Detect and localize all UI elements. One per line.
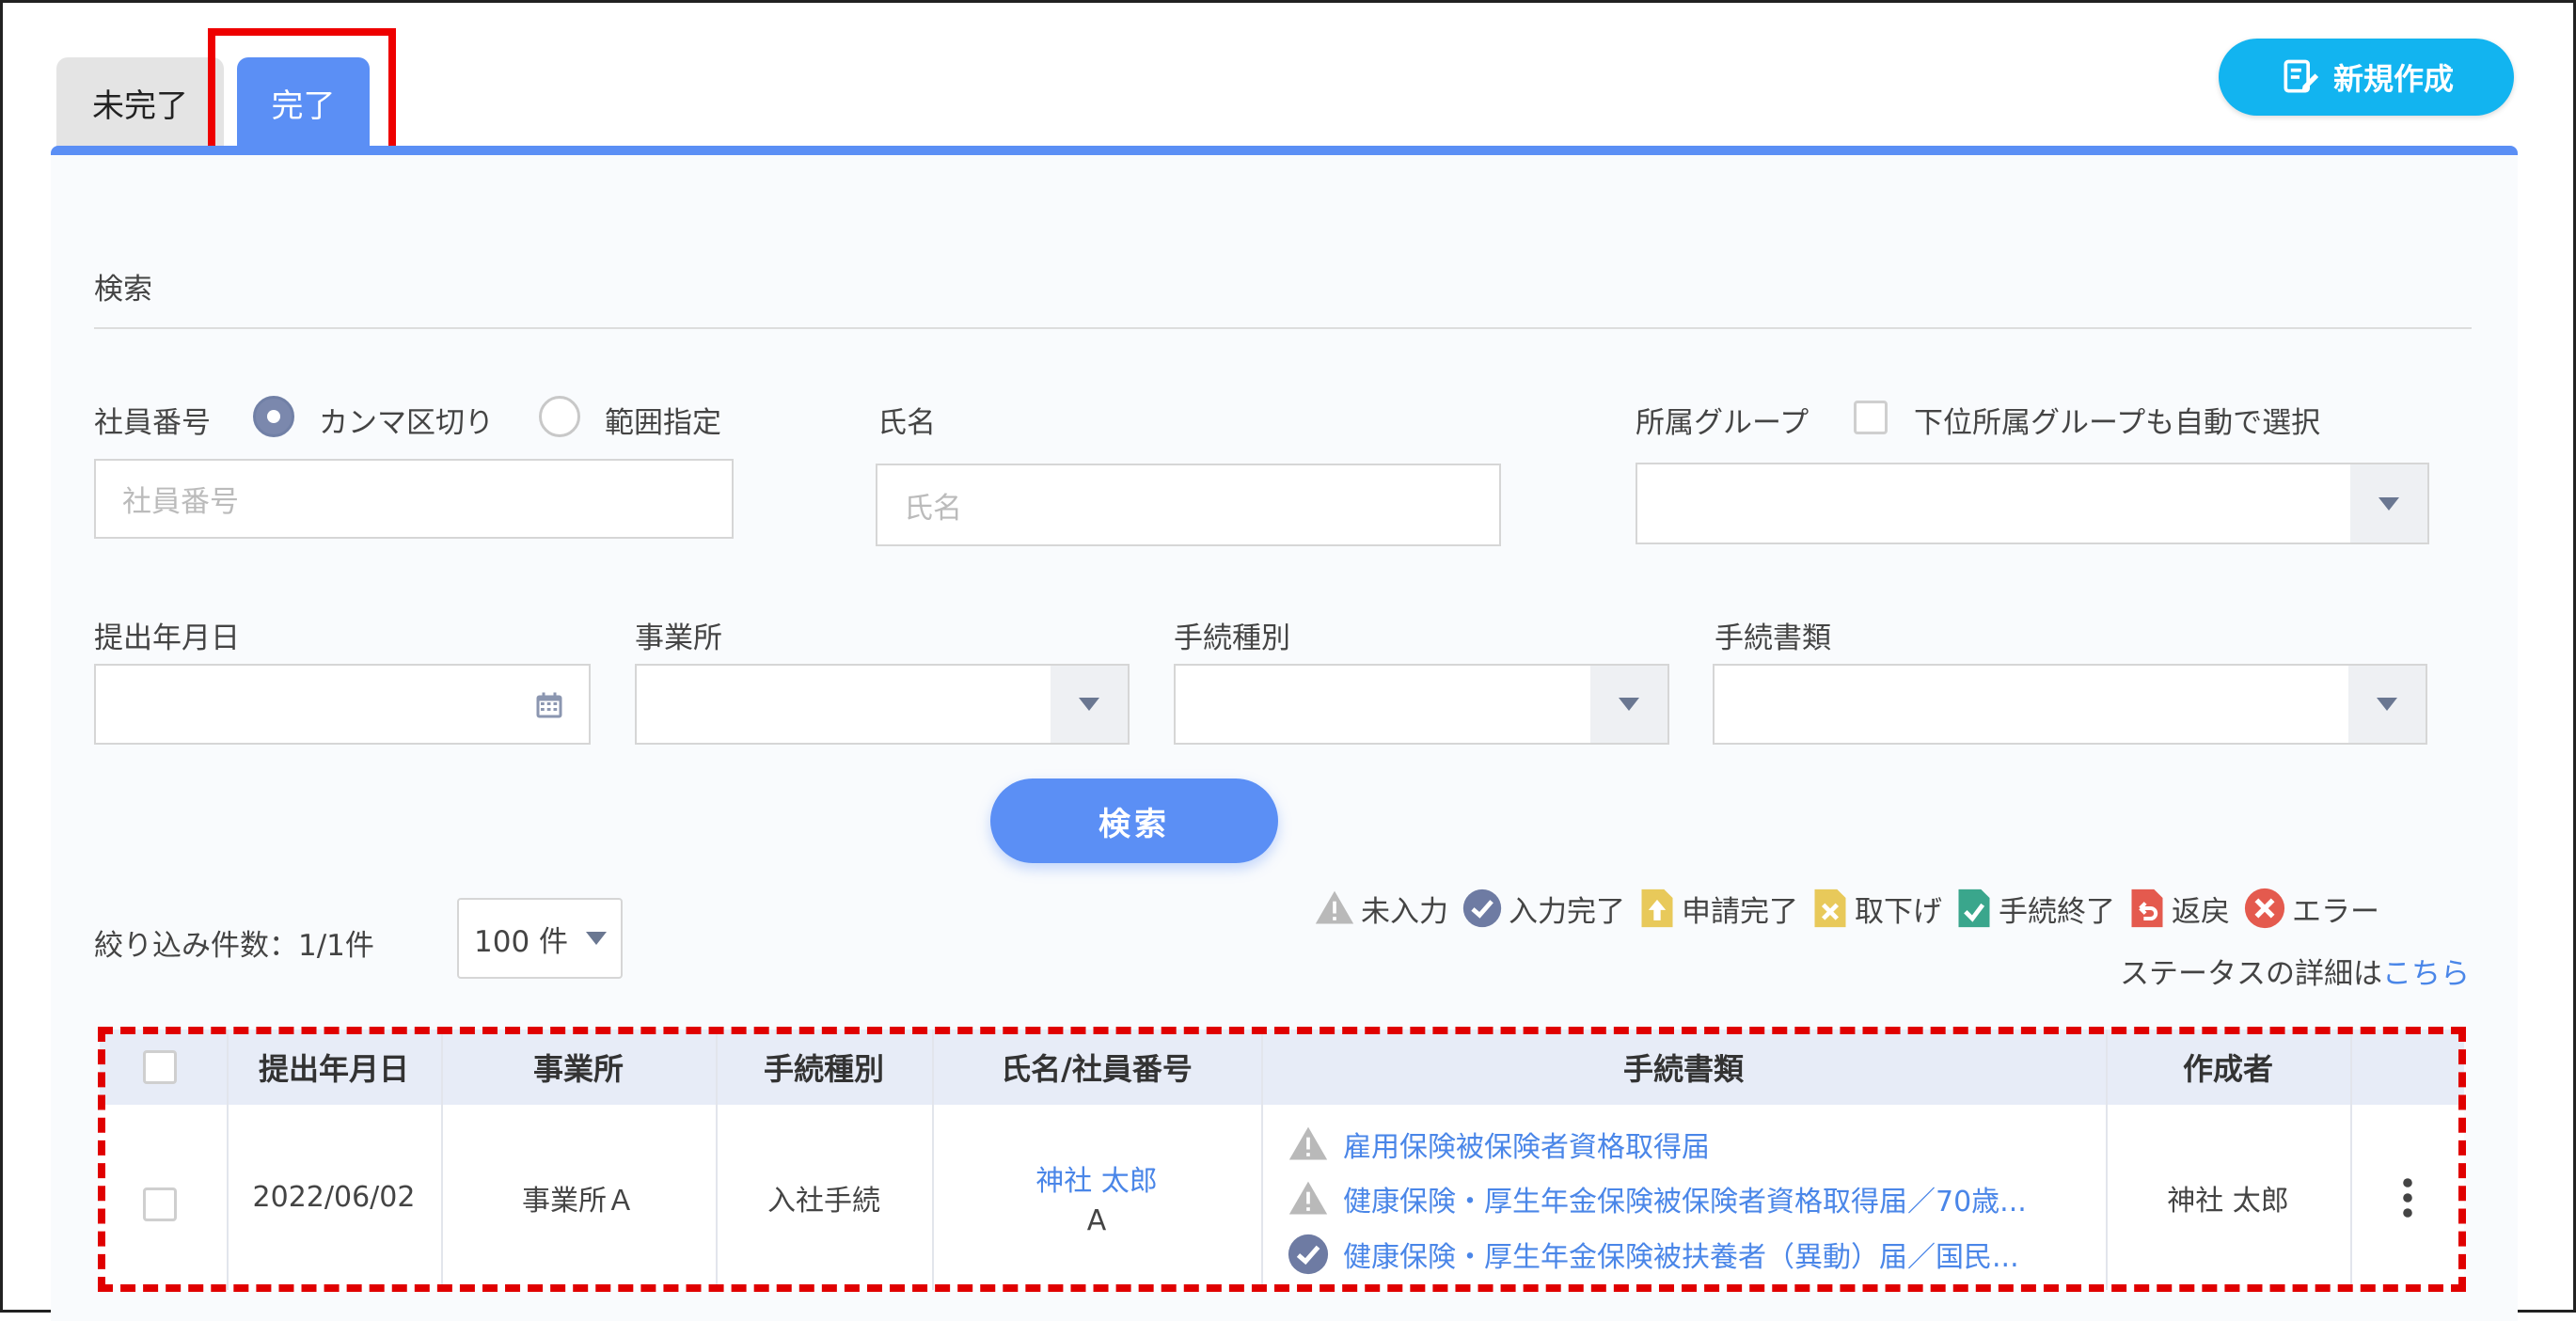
- auto-select-checkbox[interactable]: [1854, 401, 1888, 434]
- procedure-type-select[interactable]: [1174, 664, 1669, 745]
- procedure-doc-select[interactable]: [1713, 664, 2427, 745]
- new-create-label: 新規作成: [2332, 61, 2454, 97]
- status-detail-text: ステータスの詳細は: [2120, 957, 2382, 991]
- legend-item: 返戻: [2128, 888, 2230, 930]
- tab-label: 未完了: [92, 86, 188, 125]
- office-label: 事業所: [635, 621, 722, 655]
- chevron-down-icon: [1590, 666, 1667, 743]
- legend-label: 手続終了: [1999, 894, 2115, 929]
- legend-label: 取下げ: [1855, 894, 1942, 929]
- chevron-down-icon: [1051, 666, 1128, 743]
- group-label: 所属グループ: [1636, 406, 1810, 440]
- chevron-down-icon: [2350, 464, 2427, 543]
- status-detail-link[interactable]: こちら: [2382, 957, 2470, 991]
- error-icon: [2244, 888, 2285, 929]
- doc-upload-icon: [1641, 889, 1673, 928]
- legend-label: 申請完了: [1682, 894, 1798, 929]
- name-label: 氏名: [877, 406, 936, 440]
- search-button[interactable]: 検索: [990, 778, 1278, 863]
- legend-item: 未入力: [1314, 888, 1448, 930]
- legend-item: エラー: [2243, 887, 2379, 930]
- doc-check-icon: [1958, 889, 1990, 928]
- legend-label: 未入力: [1361, 894, 1448, 929]
- radio-range-label: 範囲指定: [605, 406, 721, 440]
- per-page-select[interactable]: 100 件: [457, 898, 623, 979]
- office-select[interactable]: [635, 664, 1130, 745]
- new-create-button[interactable]: 新規作成: [2219, 39, 2514, 116]
- edit-document-icon: [2284, 59, 2319, 93]
- tab-incomplete[interactable]: 未完了: [56, 57, 224, 148]
- name-placeholder: 氏名: [904, 491, 962, 526]
- legend-item: 取下げ: [1811, 888, 1942, 930]
- chevron-down-icon: [2348, 666, 2426, 743]
- legend-label: 入力完了: [1509, 894, 1625, 929]
- warning-icon: [1315, 890, 1354, 924]
- legend-item: 入力完了: [1462, 888, 1625, 930]
- submit-date-label: 提出年月日: [94, 621, 240, 655]
- legend-label: エラー: [2292, 894, 2379, 929]
- submit-date-input[interactable]: [94, 664, 591, 745]
- legend-item: 申請完了: [1638, 888, 1798, 930]
- highlight-box: [208, 28, 396, 165]
- employee-no-label: 社員番号: [94, 406, 211, 440]
- legend-item: 手続終了: [1955, 888, 2115, 930]
- procedure-type-label: 手続種別: [1174, 621, 1290, 655]
- doc-return-icon: [2131, 889, 2163, 928]
- result-count: 絞り込み件数：1/1件: [94, 929, 374, 963]
- check-circle-icon: [1462, 889, 1502, 928]
- status-detail: ステータスの詳細はこちら: [2120, 950, 2470, 992]
- status-legend: 未入力 入力完了 申請完了 取下げ 手続終了 返戻 エラー: [1314, 887, 2379, 930]
- legend-label: 返戻: [2172, 894, 2230, 929]
- procedure-doc-label: 手続書類: [1715, 621, 1831, 655]
- doc-cancel-icon: [1814, 889, 1846, 928]
- highlight-dashed-box: [98, 1027, 2466, 1292]
- radio-range[interactable]: [539, 396, 580, 437]
- auto-select-label: 下位所属グループも自動で選択: [1914, 406, 2321, 440]
- search-section-title: 検索: [94, 273, 152, 307]
- calendar-icon[interactable]: [532, 688, 566, 722]
- chevron-down-icon: [572, 900, 621, 977]
- radio-comma[interactable]: [253, 396, 294, 437]
- search-button-label: 検索: [1098, 805, 1170, 843]
- employee-no-input[interactable]: 社員番号: [94, 459, 734, 539]
- employee-no-placeholder: 社員番号: [122, 485, 239, 519]
- name-input[interactable]: 氏名: [876, 464, 1501, 546]
- per-page-value: 100 件: [474, 924, 569, 959]
- radio-comma-label: カンマ区切り: [319, 406, 494, 440]
- group-select[interactable]: [1636, 463, 2429, 544]
- divider: [94, 327, 2472, 329]
